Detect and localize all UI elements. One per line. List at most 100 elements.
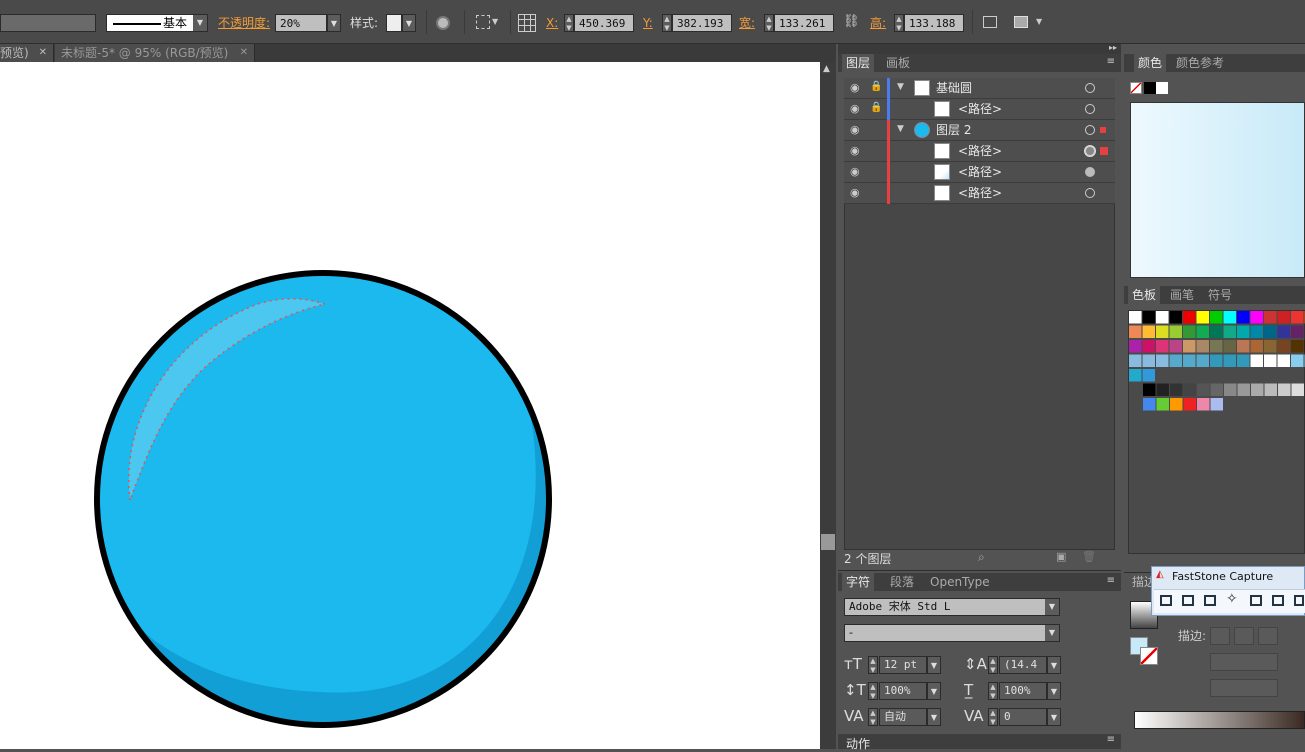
swatch[interactable] xyxy=(1183,326,1196,339)
expand-icon[interactable]: ▼ xyxy=(897,82,904,92)
layer-row[interactable]: ◉ <路径> xyxy=(844,162,1115,183)
stroke-style-dropdown[interactable]: 基本 ▼ xyxy=(106,14,208,32)
tab-brushes[interactable]: 画笔 xyxy=(1166,286,1198,304)
cap-square-button[interactable] xyxy=(1258,627,1278,645)
opacity-input[interactable]: 20% xyxy=(275,14,327,32)
swatch[interactable] xyxy=(1143,369,1156,382)
swatch[interactable] xyxy=(1183,355,1196,368)
swatch[interactable] xyxy=(1291,340,1304,353)
swatch[interactable] xyxy=(1251,355,1264,368)
swatch[interactable] xyxy=(1264,311,1277,324)
height-stepper[interactable]: ▲▼ xyxy=(894,14,904,32)
leading-dropdown[interactable]: ▼ xyxy=(1047,656,1061,674)
target-icon[interactable] xyxy=(1085,125,1095,135)
swatch[interactable] xyxy=(1237,326,1250,339)
isolate-icon[interactable] xyxy=(1014,16,1028,28)
swatch[interactable] xyxy=(1278,384,1291,397)
swatch[interactable] xyxy=(1156,311,1169,324)
fill-dropdown[interactable] xyxy=(0,14,96,32)
swatch[interactable] xyxy=(1129,369,1142,382)
swatch[interactable] xyxy=(1224,384,1237,397)
scrollbar-thumb[interactable] xyxy=(821,534,835,550)
vertical-scale-dropdown[interactable]: ▼ xyxy=(927,682,941,700)
chevron-down-icon[interactable]: ▼ xyxy=(1036,17,1042,26)
swatch[interactable] xyxy=(1278,355,1291,368)
kerning-input[interactable]: 自动 xyxy=(879,708,927,726)
capture-fixed-icon[interactable] xyxy=(1294,595,1304,606)
none-swatch[interactable] xyxy=(1130,82,1142,94)
eye-icon[interactable]: ◉ xyxy=(850,81,860,94)
chevron-down-icon[interactable]: ▼ xyxy=(492,17,498,26)
tab-color-guide[interactable]: 颜色参考 xyxy=(1172,54,1228,72)
capture-window-icon[interactable] xyxy=(1160,595,1172,606)
collapse-icon[interactable]: ▸▸ xyxy=(1109,43,1117,52)
layer-name[interactable]: <路径> xyxy=(958,164,1002,181)
document-tab-1[interactable]: 预览) ✕ xyxy=(0,44,54,62)
selection-indicator[interactable] xyxy=(1100,147,1108,155)
swatch[interactable] xyxy=(1224,340,1237,353)
swatch[interactable] xyxy=(1292,384,1305,397)
swatch[interactable] xyxy=(1264,340,1277,353)
swatch[interactable] xyxy=(1264,326,1277,339)
lock-icon[interactable]: 🔒 xyxy=(870,81,882,92)
capture-object-icon[interactable] xyxy=(1182,595,1194,606)
style-dropdown[interactable]: ▼ xyxy=(402,14,416,32)
swatch[interactable] xyxy=(1210,355,1223,368)
swatch[interactable] xyxy=(1143,384,1156,397)
layer-name[interactable]: 基础圆 xyxy=(936,80,972,97)
swatch[interactable] xyxy=(1210,340,1223,353)
font-style-select[interactable]: - ▼ xyxy=(844,624,1060,642)
eye-icon[interactable]: ◉ xyxy=(850,144,860,157)
tracking-dropdown[interactable]: ▼ xyxy=(1047,708,1061,726)
eye-icon[interactable]: ◉ xyxy=(850,165,860,178)
link-icon[interactable]: ⛓ xyxy=(843,14,860,29)
swatch[interactable] xyxy=(1143,398,1156,411)
tab-symbols[interactable]: 符号 xyxy=(1204,286,1236,304)
lock-icon[interactable]: 🔒 xyxy=(870,102,882,113)
layer-name[interactable]: <路径> xyxy=(958,101,1002,118)
swatch[interactable] xyxy=(1291,355,1304,368)
white-swatch[interactable] xyxy=(1156,82,1168,94)
swatch[interactable] xyxy=(1143,311,1156,324)
swatch[interactable] xyxy=(1129,355,1142,368)
swatch[interactable] xyxy=(1129,311,1142,324)
swatch[interactable] xyxy=(1197,311,1210,324)
tab-actions[interactable]: 动作 xyxy=(846,735,870,752)
swatch[interactable] xyxy=(1156,340,1169,353)
eye-icon[interactable]: ◉ xyxy=(850,102,860,115)
swatch[interactable] xyxy=(1170,384,1183,397)
swatch[interactable] xyxy=(1184,398,1197,411)
swatch[interactable] xyxy=(1251,326,1264,339)
tab-opentype[interactable]: OpenType xyxy=(926,573,994,591)
y-input[interactable]: 382.193 xyxy=(672,14,732,32)
font-family-select[interactable]: Adobe 宋体 Std L ▼ xyxy=(844,598,1060,616)
layer-name[interactable]: 图层 2 xyxy=(936,122,971,139)
swatch[interactable] xyxy=(1211,384,1224,397)
stroke-indicator[interactable] xyxy=(1140,647,1158,665)
swatch[interactable] xyxy=(1170,398,1183,411)
document-tab-2[interactable]: 未标题-5* @ 95% (RGB/预览) ✕ xyxy=(55,44,255,62)
x-stepper[interactable]: ▲▼ xyxy=(564,14,574,32)
eye-icon[interactable]: ◉ xyxy=(850,123,860,136)
chevron-up-icon[interactable]: ▲ xyxy=(823,64,830,74)
cap-round-button[interactable] xyxy=(1234,627,1254,645)
opacity-dropdown[interactable]: ▼ xyxy=(327,14,341,32)
style-swatch[interactable] xyxy=(386,14,402,32)
color-spectrum[interactable] xyxy=(1130,102,1305,278)
layer-row[interactable]: ◉ 🔒 <路径> xyxy=(844,99,1115,120)
swatch[interactable] xyxy=(1265,384,1278,397)
swatch[interactable] xyxy=(1251,384,1264,397)
swatch[interactable] xyxy=(1170,340,1183,353)
transform-icon[interactable] xyxy=(983,16,997,28)
artboard-canvas[interactable] xyxy=(0,62,820,749)
swatch[interactable] xyxy=(1251,340,1264,353)
horizontal-scale-input[interactable]: 100% xyxy=(999,682,1047,700)
swatch[interactable] xyxy=(1237,355,1250,368)
swatch[interactable] xyxy=(1238,384,1251,397)
swatch[interactable] xyxy=(1156,326,1169,339)
target-icon[interactable] xyxy=(1085,83,1095,93)
swatch[interactable] xyxy=(1224,355,1237,368)
align-input[interactable] xyxy=(1210,679,1278,697)
target-icon[interactable] xyxy=(1085,167,1095,177)
swatch[interactable] xyxy=(1278,326,1291,339)
